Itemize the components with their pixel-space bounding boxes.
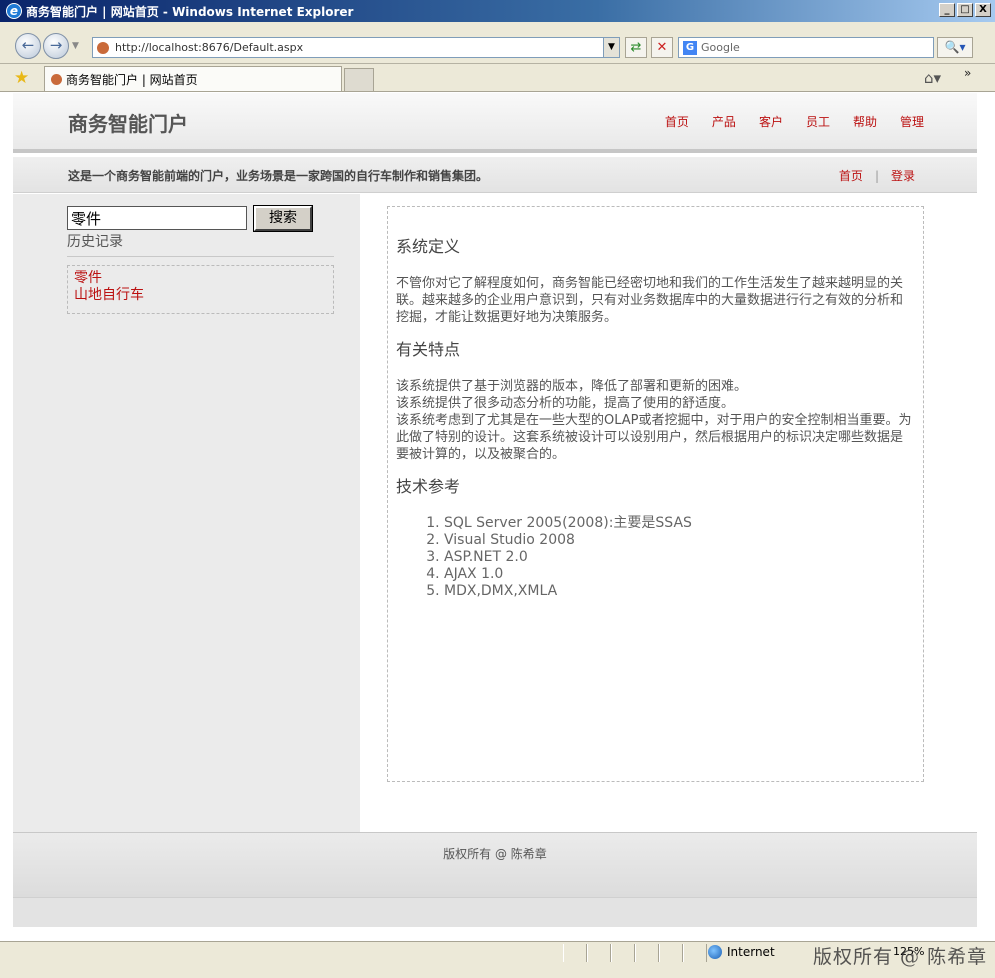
top-navigation: 首页 产品 客户 员工 帮助 管理 [665, 113, 924, 130]
reference-item: Visual Studio 2008 [444, 532, 915, 549]
reference-item: ASP.NET 2.0 [444, 549, 915, 566]
maximize-button[interactable]: □ [957, 3, 973, 17]
sidebar-divider [67, 256, 334, 257]
nav-help[interactable]: 帮助 [853, 113, 877, 130]
window-controls: _ □ X [939, 3, 991, 17]
site-title: 商务智能门户 [68, 112, 188, 136]
new-tab-button[interactable] [344, 68, 374, 91]
history-label: 历史记录 [67, 234, 123, 250]
tab-label: 商务智能门户 | 网站首页 [66, 72, 198, 87]
reference-item: MDX,DMX,XMLA [444, 583, 915, 600]
site-tagline: 这是一个商务智能前端的门户，业务场景是一家跨国的自行车制作和销售集团。 [68, 169, 489, 183]
status-bar: Internet 125% 版权所有 @ 陈希章 [0, 941, 995, 978]
refresh-icon[interactable]: ⇄ [625, 37, 647, 58]
security-zone[interactable]: Internet [708, 945, 775, 959]
site-search-input[interactable] [67, 206, 247, 230]
tab-bar: ★ 商务智能门户 | 网站首页 ⌂▾ » [0, 64, 995, 92]
history-item[interactable]: 山地自行车 [74, 287, 327, 304]
footer-bottom-band [13, 897, 977, 927]
google-icon: G [683, 40, 697, 55]
sidebar: 搜索 历史记录 零件 山地自行车 [13, 194, 360, 832]
page-viewport: 商务智能门户 首页 产品 客户 员工 帮助 管理 这是一个商务智能前端的门户，业… [13, 93, 977, 941]
search-button[interactable]: 搜索 [253, 205, 313, 232]
history-dropdown-icon[interactable]: ▼ [72, 41, 79, 51]
feature-line: 该系统考虑到了尤其是在一些大型的OLAP或者挖掘中，对于用户的安全控制相当重要。… [396, 413, 912, 462]
references-list: SQL Server 2005(2008):主要是SSAS Visual Stu… [444, 515, 915, 600]
reference-item: SQL Server 2005(2008):主要是SSAS [444, 515, 915, 532]
status-panels [563, 944, 707, 962]
nav-home[interactable]: 首页 [665, 113, 689, 130]
back-arrow-icon[interactable]: ← [15, 33, 41, 59]
home-icon[interactable]: ⌂▾ [924, 69, 941, 87]
nav-customers[interactable]: 客户 [759, 113, 783, 130]
address-url[interactable]: http://localhost:8676/Default.aspx [115, 41, 303, 54]
window-title: 商务智能门户 | 网站首页 - Windows Internet Explore… [26, 4, 354, 19]
sub-header: 这是一个商务智能前端的门户，业务场景是一家跨国的自行车制作和销售集团。 首页 |… [13, 157, 977, 193]
search-go-button[interactable]: 🔍▾ [937, 37, 973, 58]
address-dropdown-icon[interactable]: ▼ [603, 38, 619, 57]
sub-navigation: 首页 | 登录 [839, 167, 915, 184]
stop-icon[interactable]: ✕ [651, 37, 673, 58]
feature-line: 该系统提供了很多动态分析的功能，提高了使用的舒适度。 [396, 396, 735, 411]
nav-employees[interactable]: 员工 [806, 113, 830, 130]
feature-line: 该系统提供了基于浏览器的版本，降低了部署和更新的困难。 [396, 379, 748, 394]
section-text-definition: 不管你对它了解程度如何，商务智能已经密切地和我们的工作生活发生了越来越明显的关联… [396, 276, 904, 325]
page-favicon-icon [97, 41, 109, 54]
search-placeholder[interactable]: Google [701, 41, 740, 54]
subnav-home-link[interactable]: 首页 [839, 167, 863, 184]
history-item[interactable]: 零件 [74, 270, 327, 287]
main-content: 系统定义 不管你对它了解程度如何，商务智能已经密切地和我们的工作生活发生了越来越… [387, 206, 924, 782]
chevron-more-icon[interactable]: » [964, 66, 971, 80]
tab-active[interactable]: 商务智能门户 | 网站首页 [44, 66, 342, 91]
navigation-bar: ← → ▼ http://localhost:8676/Default.aspx… [0, 22, 995, 64]
section-title-definition: 系统定义 [396, 237, 461, 256]
address-bar[interactable]: http://localhost:8676/Default.aspx ▼ [92, 37, 620, 58]
footer-copyright: 版权所有 @ 陈希章 [443, 847, 547, 861]
reference-item: AJAX 1.0 [444, 566, 915, 583]
globe-icon [708, 945, 722, 959]
nav-products[interactable]: 产品 [712, 113, 736, 130]
subnav-separator: | [874, 168, 879, 183]
close-button[interactable]: X [975, 3, 991, 17]
watermark: 版权所有 @ 陈希章 [813, 946, 988, 968]
zone-label: Internet [727, 945, 775, 959]
site-header: 商务智能门户 首页 产品 客户 员工 帮助 管理 [13, 93, 977, 153]
section-title-features: 有关特点 [396, 340, 461, 359]
tab-favicon-icon [51, 73, 62, 85]
history-list: 零件 山地自行车 [67, 265, 334, 314]
forward-arrow-icon[interactable]: → [43, 33, 69, 59]
favorites-star-icon[interactable]: ★ [14, 68, 29, 88]
features-text: 该系统提供了基于浏览器的版本，降低了部署和更新的困难。 该系统提供了很多动态分析… [396, 378, 915, 463]
window-titlebar: e 商务智能门户 | 网站首页 - Windows Internet Explo… [0, 0, 995, 22]
minimize-button[interactable]: _ [939, 3, 955, 17]
login-link[interactable]: 登录 [891, 167, 915, 184]
ie-logo-icon: e [6, 3, 22, 19]
section-title-references: 技术参考 [396, 477, 461, 496]
nav-admin[interactable]: 管理 [900, 113, 924, 130]
site-footer: 版权所有 @ 陈希章 [13, 832, 977, 897]
search-input[interactable]: G Google [678, 37, 934, 58]
